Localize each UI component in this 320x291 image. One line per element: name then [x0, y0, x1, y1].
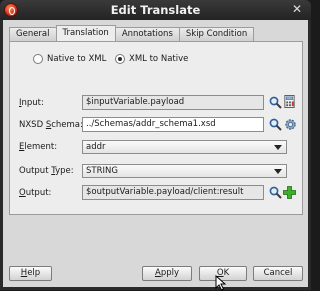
tab-strip: General Translation Annotations Skip Con…: [9, 25, 255, 41]
output-type-label-pre: Output: [19, 166, 52, 176]
output-type-dropdown-value: STRING: [86, 166, 118, 176]
tab-skip-condition[interactable]: Skip Condition: [178, 27, 255, 41]
cancel-button[interactable]: Cancel: [253, 266, 303, 281]
output-label-post: utput:: [25, 188, 52, 198]
add-icon[interactable]: [283, 186, 296, 199]
tab-general[interactable]: General: [9, 27, 57, 41]
radio-xml-to-native-indicator[interactable]: [115, 54, 125, 64]
dialog-title: Edit Translate: [110, 3, 201, 17]
apply-button[interactable]: Apply: [142, 266, 192, 281]
nxsd-label-post: chema:: [51, 120, 83, 130]
element-label-post: lement:: [24, 142, 58, 152]
element-dropdown[interactable]: addr: [82, 140, 287, 154]
help-label-post: elp: [27, 268, 41, 278]
nxsd-schema-field[interactable]: ../Schemas/addr_schema1.xsd: [82, 117, 264, 132]
input-field[interactable]: $inputVariable.payload: [82, 95, 264, 110]
calculator-icon[interactable]: [283, 95, 296, 108]
radio-native-to-xml-indicator[interactable]: [33, 54, 43, 64]
mouse-pointer-icon: [215, 275, 227, 291]
help-button[interactable]: Help: [9, 266, 52, 281]
radio-xml-to-native[interactable]: XML to Native: [115, 54, 188, 64]
radio-native-to-xml-label: Native to XML: [47, 54, 107, 64]
element-dropdown-value: addr: [86, 142, 106, 152]
translation-panel: Native to XML XML to Native Input: $inpu…: [9, 41, 303, 215]
output-type-dropdown[interactable]: STRING: [82, 164, 287, 178]
search-icon[interactable]: [269, 96, 282, 109]
radio-xml-to-native-label: XML to Native: [129, 54, 189, 64]
output-field[interactable]: $outputVariable.payload/client:result: [82, 185, 264, 200]
input-label: Input:: [19, 98, 44, 108]
tab-annotations[interactable]: Annotations: [114, 27, 180, 41]
output-type-label: Output Type:: [19, 166, 74, 176]
chevron-down-icon[interactable]: [274, 169, 282, 174]
search-icon[interactable]: [269, 186, 282, 199]
search-icon[interactable]: [269, 118, 282, 131]
chevron-down-icon[interactable]: [274, 145, 282, 150]
input-label-post: nput:: [21, 98, 44, 108]
gear-icon[interactable]: [284, 118, 297, 131]
apply-label-post: pply: [160, 268, 179, 278]
element-label: Element:: [19, 142, 57, 152]
output-label-mnemonic: O: [19, 188, 26, 198]
nxsd-label-pre: NXSD: [19, 120, 46, 130]
output-label: Output:: [19, 188, 51, 198]
output-type-label-post: ype:: [55, 166, 74, 176]
edit-translate-dialog: Edit Translate ✕ General Translation Ann…: [0, 0, 311, 291]
cancel-label-pre: Cancel: [263, 268, 293, 278]
title-bar: Edit Translate ✕: [0, 0, 311, 20]
nxsd-schema-label: NXSD Schema:: [19, 120, 83, 130]
dialog-body: General Translation Annotations Skip Con…: [3, 20, 308, 291]
tab-translation[interactable]: Translation: [55, 25, 116, 41]
radio-native-to-xml[interactable]: Native to XML: [33, 54, 106, 64]
close-button[interactable]: ✕: [290, 2, 304, 16]
